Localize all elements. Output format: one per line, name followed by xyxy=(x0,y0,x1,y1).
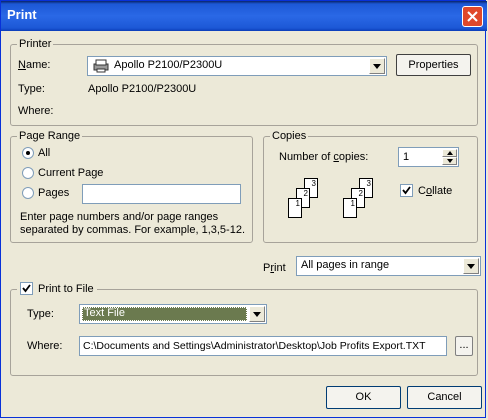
collate-illustration-stack-1: 3 2 1 xyxy=(276,178,326,228)
file-path-value: C:\Documents and Settings\Administrator\… xyxy=(83,340,426,352)
page-icon-1: 1 xyxy=(343,198,357,218)
chevron-up-icon xyxy=(447,151,453,155)
print-to-file-header: Print to File xyxy=(17,282,97,296)
print-what-select[interactable]: All pages in range xyxy=(296,256,481,276)
file-type-label: Type: xyxy=(27,308,54,320)
printer-group-label: Printer xyxy=(17,37,54,51)
printer-name-select[interactable]: Apollo P2100/P2300U xyxy=(87,56,387,76)
copies-spinner[interactable]: 1 xyxy=(398,147,459,167)
copies-value: 1 xyxy=(403,151,410,163)
radio-pages-label[interactable]: Pages xyxy=(38,187,69,199)
file-path-input[interactable]: C:\Documents and Settings\Administrator\… xyxy=(79,336,447,356)
window-title: Print xyxy=(7,7,37,22)
browse-button-label: ... xyxy=(459,339,469,351)
printer-name-value: Apollo P2100/P2300U xyxy=(114,59,223,71)
print-what-value: All pages in range xyxy=(301,259,390,271)
printer-type-label: Type: xyxy=(18,83,45,95)
print-what-label: Print xyxy=(263,262,286,274)
number-of-copies-label: Number of copies: xyxy=(279,151,369,163)
pages-input[interactable] xyxy=(82,184,241,204)
radio-pages[interactable] xyxy=(22,187,34,199)
properties-button-label: Properties xyxy=(408,59,459,71)
close-button[interactable] xyxy=(462,6,483,27)
properties-button[interactable]: Properties xyxy=(396,54,471,76)
print-to-file-label[interactable]: Print to File xyxy=(38,283,94,295)
file-where-label: Where: xyxy=(27,340,63,352)
ok-button[interactable]: OK xyxy=(326,386,401,409)
printer-where-label: Where: xyxy=(18,105,54,117)
printer-type-value: Apollo P2100/P2300U xyxy=(88,83,197,95)
chevron-down-icon[interactable] xyxy=(463,258,479,274)
print-dialog: Print Printer Name: Apollo P2100/P2300U … xyxy=(0,0,487,418)
spin-up-button[interactable] xyxy=(442,149,457,157)
chevron-down-icon[interactable] xyxy=(369,58,385,74)
checkmark-icon xyxy=(402,186,411,195)
print-to-file-checkbox[interactable] xyxy=(20,282,33,295)
radio-current-page-label[interactable]: Current Page xyxy=(38,167,103,179)
radio-all[interactable] xyxy=(22,147,34,159)
spin-down-button[interactable] xyxy=(442,157,457,165)
ok-button-label: OK xyxy=(355,391,372,403)
collate-illustration-stack-2: 3 2 1 xyxy=(331,178,381,228)
page-range-group-label: Page Range xyxy=(17,129,83,143)
printer-name-label: Name: xyxy=(18,59,51,71)
chevron-down-icon[interactable] xyxy=(249,306,265,322)
title-bar[interactable]: Print xyxy=(1,1,487,31)
checkmark-icon xyxy=(22,284,31,293)
copies-group-label: Copies xyxy=(270,129,309,143)
close-icon xyxy=(467,11,478,22)
chevron-down-icon xyxy=(447,159,453,163)
file-type-value: Text File xyxy=(84,307,125,319)
browse-button[interactable]: ... xyxy=(455,336,473,356)
cancel-button[interactable]: Cancel xyxy=(407,386,482,409)
page-range-hint: Enter page numbers and/or page ranges se… xyxy=(20,211,245,236)
file-type-select[interactable]: Text File xyxy=(79,304,267,324)
printer-icon xyxy=(92,59,110,76)
collate-label[interactable]: Collate xyxy=(418,185,452,197)
radio-current-page[interactable] xyxy=(22,167,34,179)
cancel-button-label: Cancel xyxy=(427,391,462,403)
page-icon-1: 1 xyxy=(288,198,302,218)
radio-all-label[interactable]: All xyxy=(38,147,50,159)
collate-checkbox[interactable] xyxy=(400,184,413,197)
print-to-file-group xyxy=(10,289,478,376)
